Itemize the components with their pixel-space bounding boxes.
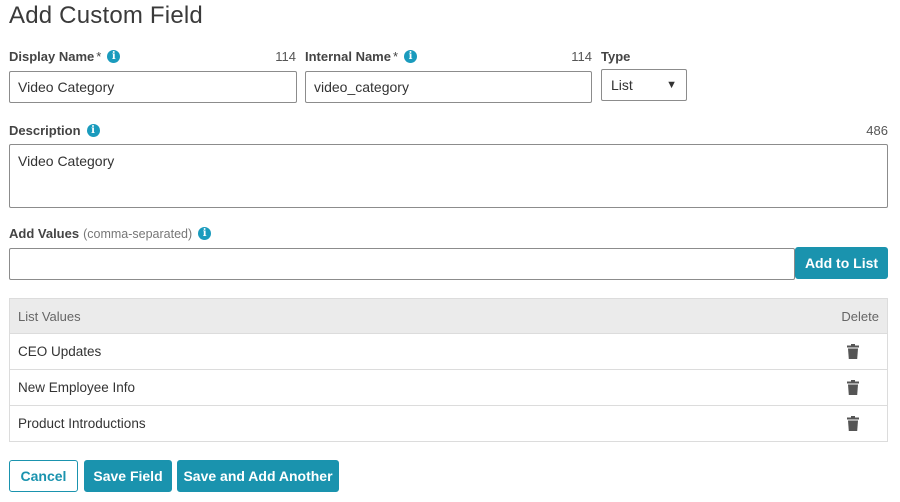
type-selected-value: List — [611, 77, 633, 93]
list-value-label: New Employee Info — [18, 380, 136, 395]
description-char-count: 486 — [866, 123, 888, 138]
list-values-table: List Values Delete CEO Updates New Emplo… — [9, 298, 888, 442]
list-value-label: CEO Updates — [18, 344, 102, 359]
type-label: Type — [601, 49, 631, 64]
info-icon[interactable]: i — [107, 50, 121, 63]
display-name-input[interactable] — [9, 71, 297, 103]
column-header-delete: Delete — [841, 308, 879, 324]
table-row: Product Introductions — [10, 406, 887, 441]
info-icon[interactable]: i — [198, 227, 212, 240]
add-values-input[interactable] — [9, 248, 795, 280]
internal-name-label: Internal Name * i — [305, 49, 418, 64]
table-row: New Employee Info — [10, 370, 887, 406]
add-values-label: Add Values (comma-separated) i — [9, 226, 212, 241]
add-values-label-text: Add Values — [9, 226, 80, 241]
trash-icon[interactable] — [847, 416, 859, 431]
trash-icon[interactable] — [847, 344, 859, 359]
required-mark: * — [96, 49, 102, 64]
description-label-text: Description — [9, 123, 81, 138]
page-title: Add Custom Field — [9, 2, 203, 29]
cancel-button[interactable]: Cancel — [9, 460, 78, 492]
column-header-list-values: List Values — [18, 308, 81, 324]
info-icon[interactable]: i — [404, 50, 418, 63]
add-to-list-button[interactable]: Add to List — [795, 247, 888, 279]
table-header: List Values Delete — [10, 299, 887, 334]
description-label: Description i — [9, 123, 100, 138]
info-icon[interactable]: i — [86, 124, 100, 137]
table-row: CEO Updates — [10, 334, 887, 370]
save-and-add-another-button[interactable]: Save and Add Another — [177, 460, 339, 492]
internal-name-label-text: Internal Name — [305, 49, 391, 64]
add-values-hint: (comma-separated) — [83, 226, 193, 241]
display-name-char-count: 114 — [275, 49, 296, 64]
save-field-button[interactable]: Save Field — [84, 460, 172, 492]
display-name-label-text: Display Name — [9, 49, 95, 64]
list-value-label: Product Introductions — [18, 416, 146, 431]
internal-name-char-count: 114 — [571, 49, 592, 64]
trash-icon[interactable] — [847, 380, 859, 395]
chevron-down-icon: ▼ — [666, 79, 677, 91]
description-textarea[interactable]: Video Category — [9, 144, 888, 208]
display-name-label: Display Name * i — [9, 49, 121, 64]
type-select[interactable]: List ▼ — [601, 69, 687, 101]
required-mark: * — [392, 49, 399, 64]
internal-name-input[interactable] — [305, 71, 592, 103]
